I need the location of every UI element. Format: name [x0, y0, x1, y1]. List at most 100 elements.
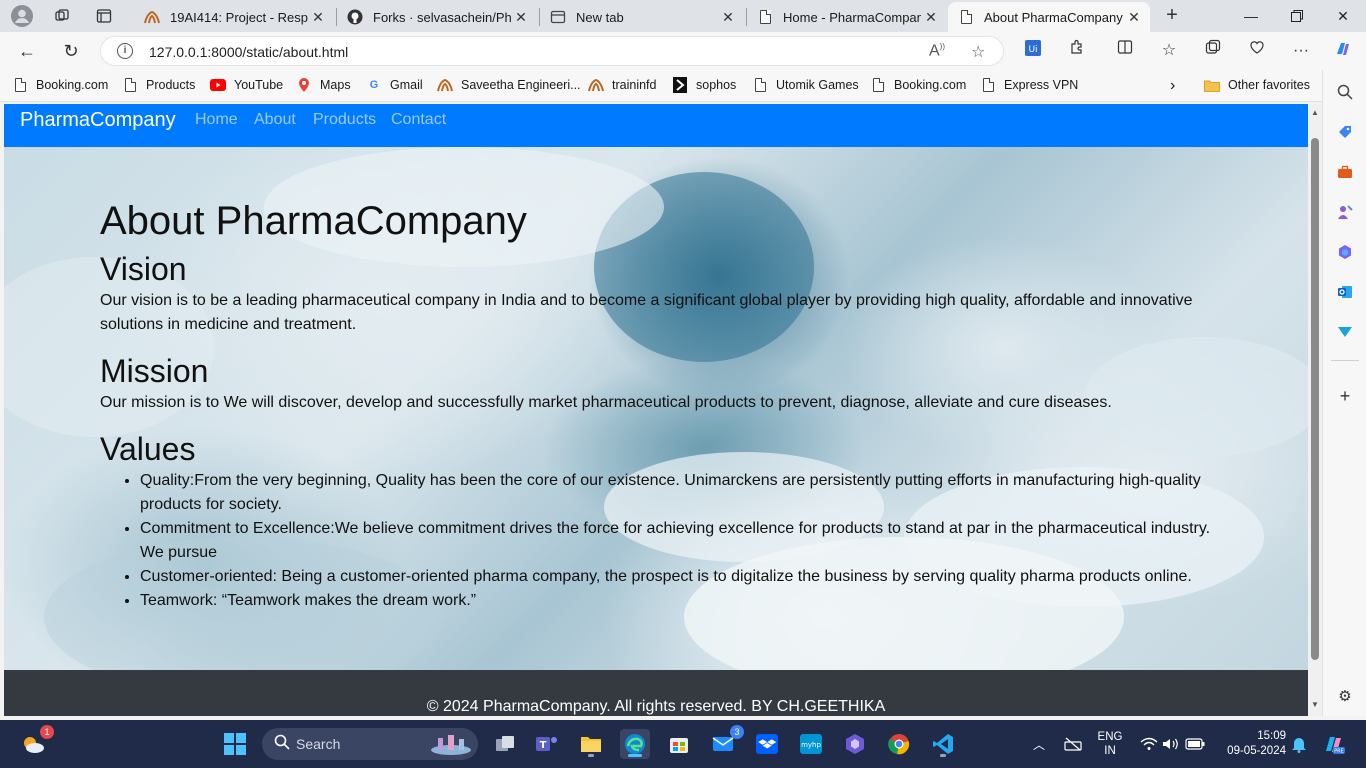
favorite-gmail[interactable]: G Gmail	[366, 77, 423, 93]
tab-actions-icon[interactable]	[92, 4, 116, 28]
page-scrollbar[interactable]: ▲ ▼	[1308, 104, 1322, 716]
folder-icon	[1204, 77, 1220, 93]
svg-text:myhp: myhp	[801, 741, 821, 749]
site-brand-link[interactable]: PharmaCompany	[20, 109, 176, 132]
notifications-bell-icon[interactable]	[1284, 729, 1314, 759]
workspaces-icon[interactable]	[50, 4, 74, 28]
tab-home-pharmacompany[interactable]: Home - PharmaCompany ✕	[747, 2, 947, 32]
tray-network-off-icon[interactable]	[1058, 729, 1088, 759]
sidebar-drop-send-icon[interactable]	[1333, 320, 1357, 344]
favorite-booking-2[interactable]: Booking.com	[870, 77, 966, 93]
favorite-products[interactable]: Products	[122, 77, 195, 93]
sidebar-games-icon[interactable]	[1333, 200, 1357, 224]
sidebar-tools-briefcase-icon[interactable]	[1333, 160, 1357, 184]
favorite-youtube[interactable]: YouTube	[210, 77, 283, 93]
tab-close-icon[interactable]: ✕	[511, 9, 531, 26]
extension-ui-icon[interactable]: Ui	[1020, 39, 1046, 63]
tab-new-tab[interactable]: New tab ✕	[540, 2, 744, 32]
nav-link-about[interactable]: About	[254, 111, 296, 129]
battery-icon[interactable]	[1180, 729, 1210, 759]
back-arrow-icon[interactable]: ←	[14, 39, 40, 63]
favorite-saveetha[interactable]: Saveetha Engineeri...	[437, 77, 581, 93]
other-favorites[interactable]: Other favorites	[1204, 77, 1310, 93]
teams-icon[interactable]: T	[532, 729, 562, 759]
copilot-taskbar-icon[interactable]	[840, 729, 870, 759]
weather-widget-icon[interactable]: 1	[18, 725, 54, 759]
favorite-booking[interactable]: Booking.com	[12, 77, 108, 93]
sidebar-search-icon[interactable]	[1333, 80, 1357, 104]
copilot-icon[interactable]	[1330, 39, 1356, 63]
sidebar-outlook-icon[interactable]	[1333, 280, 1357, 304]
refresh-icon[interactable]: ↻	[58, 39, 84, 63]
favorite-expressvpn[interactable]: Express VPN	[980, 77, 1078, 93]
chrome-icon[interactable]	[884, 729, 914, 759]
mail-icon[interactable]: 3	[708, 725, 744, 759]
clock-date: 09-05-2024	[1227, 745, 1286, 757]
favorite-label: Gmail	[390, 78, 423, 92]
favorite-maps[interactable]: Maps	[296, 77, 351, 93]
tab-project-response[interactable]: 19AI414: Project - Respon ✕	[134, 2, 334, 32]
profile-avatar-icon[interactable]	[10, 4, 34, 28]
nav-link-contact[interactable]: Contact	[391, 111, 446, 129]
scroll-down-arrow-icon[interactable]: ▼	[1310, 700, 1320, 709]
vscode-icon[interactable]	[928, 729, 958, 759]
tab-about-pharmacompany[interactable]: About PharmaCompany ✕	[948, 2, 1150, 32]
sidebar-add-plus-icon[interactable]: +	[1333, 384, 1357, 408]
browser-essentials-icon[interactable]	[1244, 39, 1270, 63]
restore-icon[interactable]	[1274, 0, 1320, 32]
scroll-thumb[interactable]	[1311, 138, 1319, 660]
site-info-icon[interactable]: i	[117, 43, 133, 59]
tab-close-icon[interactable]: ✕	[921, 9, 941, 26]
favorite-utomik[interactable]: Utomik Games	[752, 77, 859, 93]
microsoft-store-icon[interactable]	[664, 729, 694, 759]
favorites-icon[interactable]: ☆	[1156, 39, 1182, 63]
favorite-sophos[interactable]: sophos	[672, 77, 736, 93]
sidebar-settings-gear-icon[interactable]: ⚙	[1333, 684, 1357, 708]
file-explorer-icon[interactable]	[576, 729, 606, 759]
favorites-overflow-chevron-icon[interactable]: ›	[1170, 77, 1175, 95]
favorite-label: Other favorites	[1228, 78, 1310, 92]
page-favicon-icon	[958, 9, 974, 25]
tab-label: New tab	[576, 9, 624, 25]
sidebar-copilot-m365-icon[interactable]	[1333, 240, 1357, 264]
myhp-icon[interactable]: myhp	[796, 729, 826, 759]
scroll-up-arrow-icon[interactable]: ▲	[1310, 108, 1320, 117]
favorite-traininfd[interactable]: traininfd	[588, 77, 656, 93]
windows-start-icon[interactable]	[220, 729, 250, 759]
tab-close-icon[interactable]: ✕	[1124, 9, 1144, 26]
dropbox-icon[interactable]	[752, 729, 782, 759]
task-view-icon[interactable]	[490, 729, 520, 759]
split-screen-icon[interactable]	[1112, 39, 1138, 63]
page-favicon-icon	[757, 9, 773, 25]
favorite-star-icon[interactable]: ☆	[971, 42, 985, 62]
read-aloud-icon[interactable]: A))	[929, 42, 945, 60]
address-bar[interactable]: i 127.0.0.1:8000/static/about.html A)) ☆	[100, 36, 1004, 66]
clock[interactable]: 15:09 09-05-2024	[1220, 729, 1286, 759]
tab-close-icon[interactable]: ✕	[718, 9, 738, 26]
copilot-preview-icon[interactable]: PRE	[1318, 729, 1348, 759]
page-title: About PharmaCompany	[100, 199, 527, 243]
web-page-viewport: PharmaCompany Home About Products Contac…	[4, 104, 1308, 716]
nav-link-home[interactable]: Home	[195, 111, 238, 129]
favorite-label: Maps	[320, 78, 351, 92]
language-code: ENG	[1097, 731, 1123, 743]
vision-heading: Vision	[100, 251, 187, 287]
new-tab-plus-icon[interactable]: +	[1160, 4, 1184, 28]
value-item-commitment: Commitment to Excellence:We believe comm…	[140, 517, 1220, 565]
favorite-label: traininfd	[612, 78, 657, 92]
language-indicator[interactable]: ENG IN	[1092, 730, 1128, 758]
more-options-icon[interactable]: ···	[1288, 39, 1314, 63]
url-text[interactable]: 127.0.0.1:8000/static/about.html	[149, 44, 348, 60]
tray-overflow-chevron-icon[interactable]: ︿	[1024, 729, 1054, 759]
minimize-icon[interactable]: —	[1228, 0, 1274, 32]
nav-link-products[interactable]: Products	[313, 111, 376, 129]
extensions-puzzle-icon[interactable]	[1064, 39, 1090, 63]
sidebar-shopping-tag-icon[interactable]	[1333, 120, 1357, 144]
tab-close-icon[interactable]: ✕	[308, 9, 328, 26]
close-window-icon[interactable]: ✕	[1320, 0, 1366, 32]
tab-forks-github[interactable]: Forks · selvasachein/Pharm ✕	[337, 2, 537, 32]
taskbar-search-box[interactable]: Search	[262, 728, 478, 760]
edge-browser-icon[interactable]	[620, 729, 650, 759]
running-indicator	[940, 754, 946, 757]
collections-icon[interactable]	[1200, 39, 1226, 63]
